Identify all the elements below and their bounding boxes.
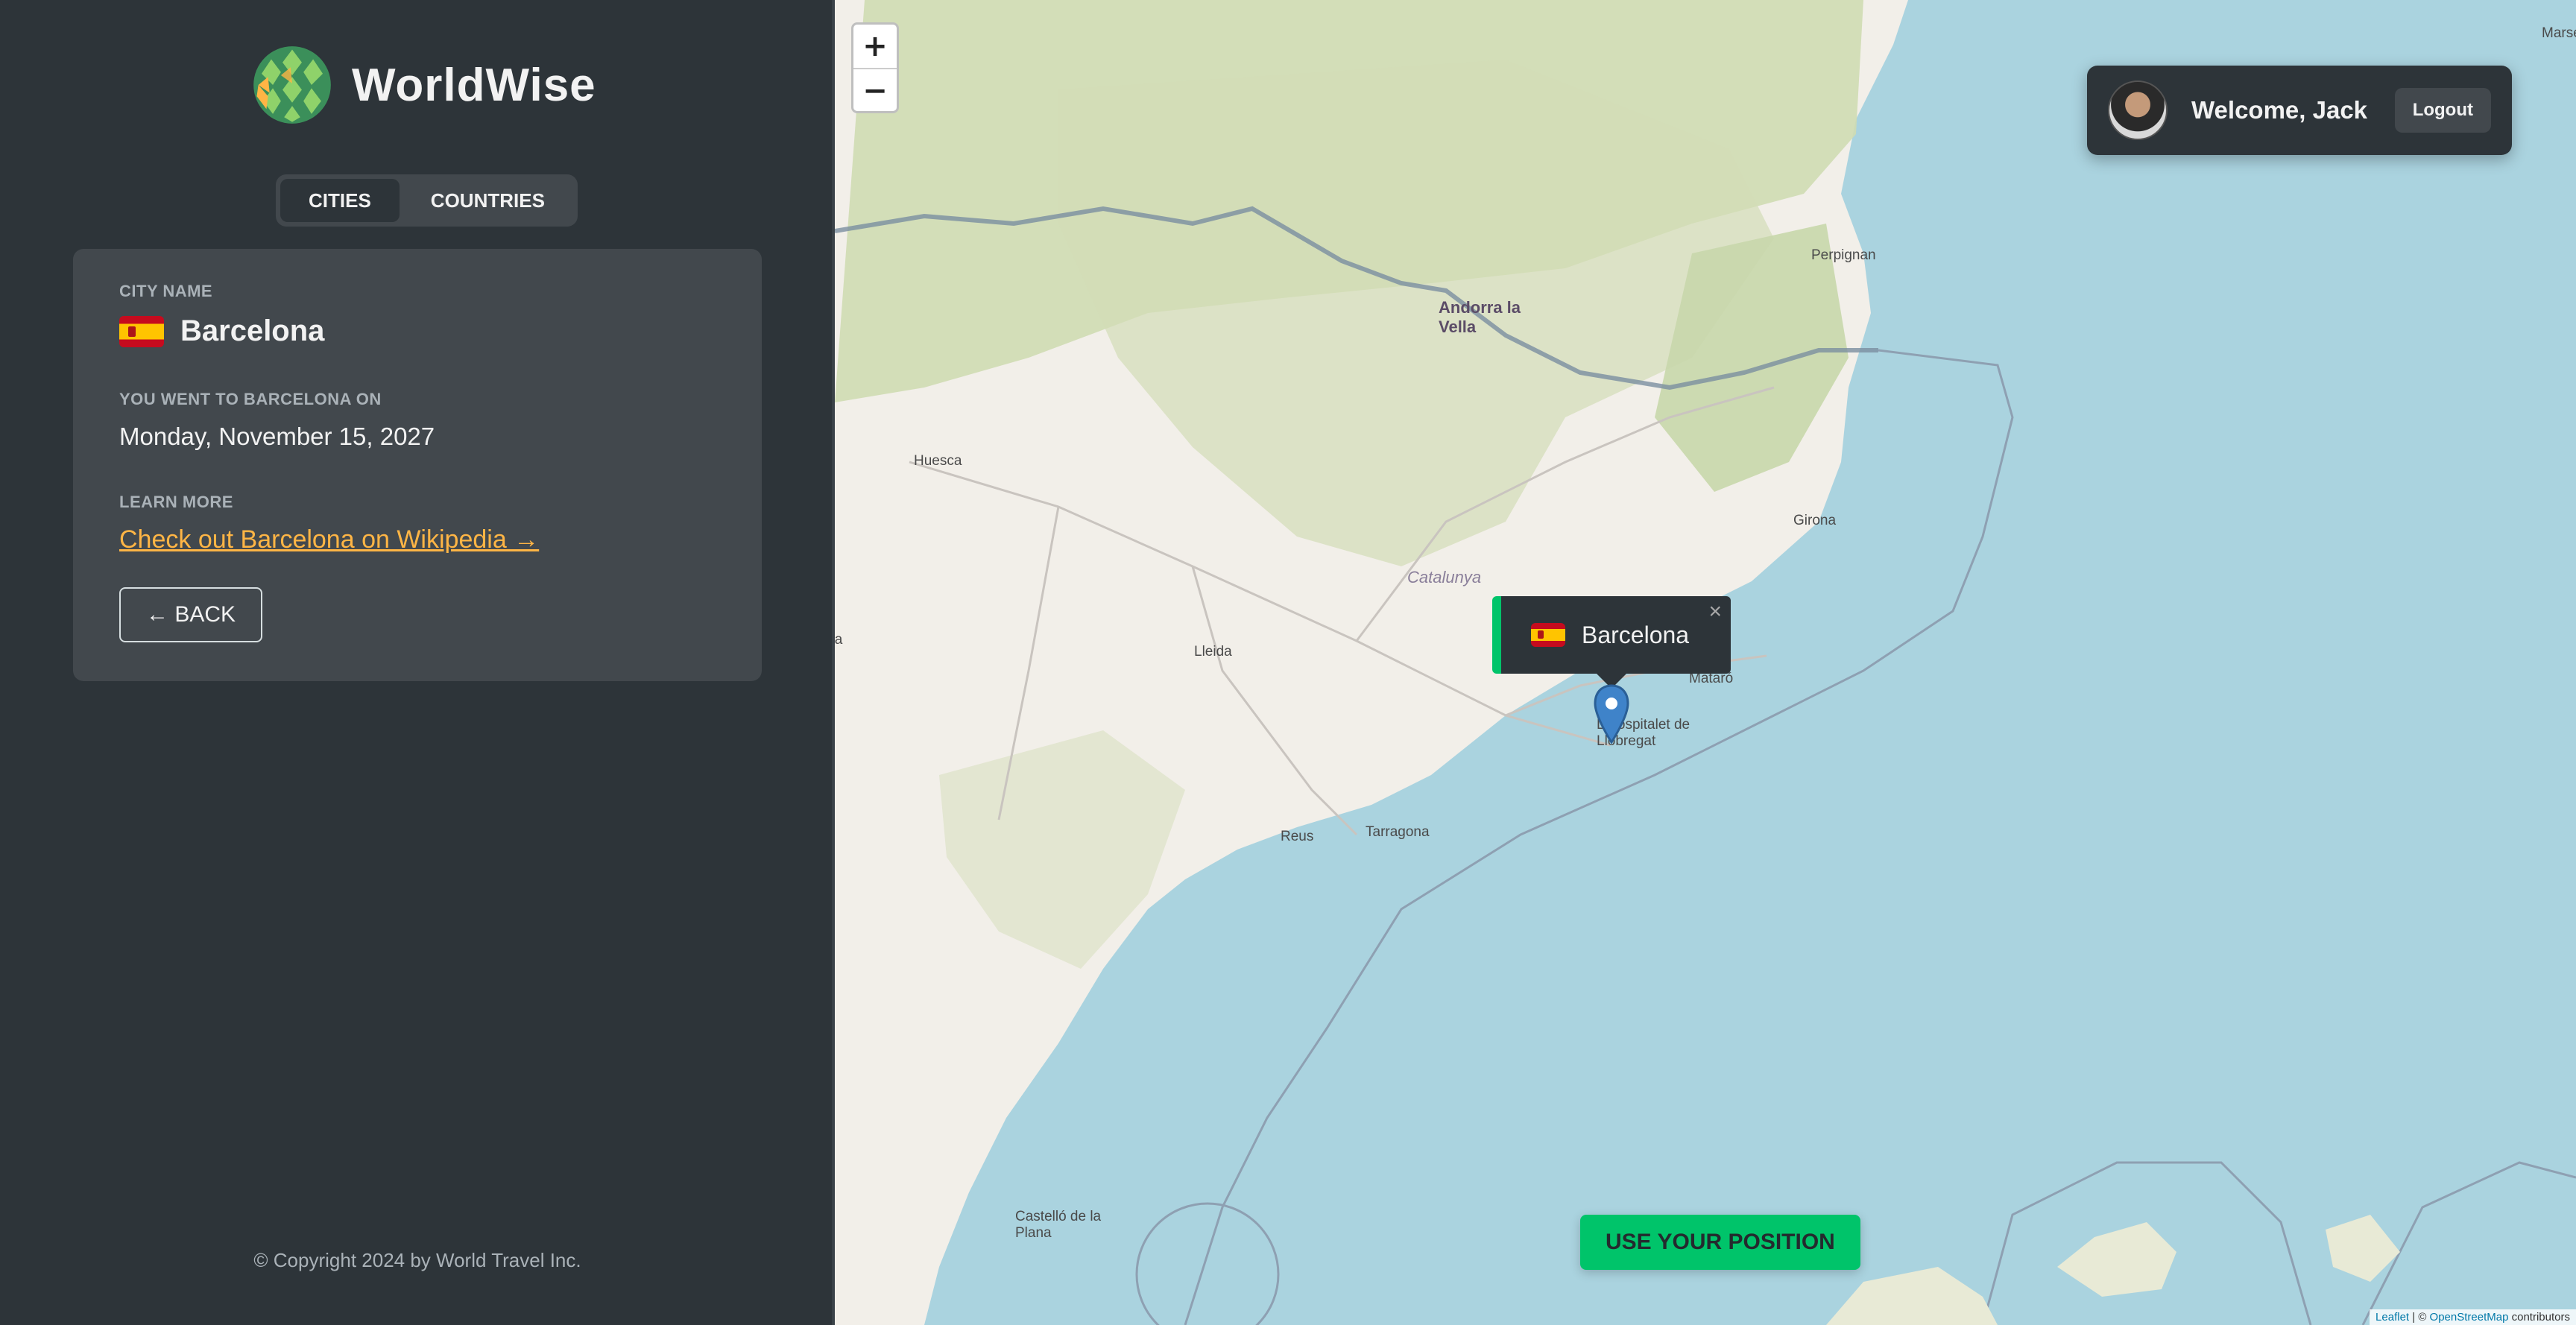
city-name-label: City name [119,282,213,300]
flag-spain-icon [1531,623,1565,647]
zoom-control: + − [851,22,899,113]
popup-city-name: Barcelona [1582,621,1690,648]
logout-button[interactable]: Logout [2394,88,2491,133]
map-marker-icon[interactable] [1594,684,1629,744]
map-label-huesca: Huesca [914,453,962,469]
use-position-button[interactable]: Use your position [1580,1215,1860,1270]
copyright: © Copyright 2024 by World Travel Inc. [253,1249,581,1271]
map-label-zaragoza: Zaragoza [835,632,843,648]
map-label-reus: Reus [1281,829,1314,844]
zoom-in-button[interactable]: + [853,25,897,68]
osm-link[interactable]: OpenStreetMap [2430,1311,2509,1324]
map-label-catalunya: Catalunya [1407,568,1482,586]
city-details-card: City name Barcelona You went to Barcelon… [73,249,762,681]
map-label-andorra: Andorra la Vella [1439,298,1521,336]
city-heading: Barcelona [119,314,716,348]
city-popup[interactable]: Barcelona × [1492,596,1731,674]
welcome-text: Welcome, Jack [2191,96,2368,124]
app: WorldWise Cities Countries City name Bar… [0,0,2576,1325]
zoom-out-button[interactable]: − [853,68,897,111]
avatar [2108,80,2168,140]
tab-countries[interactable]: Countries [402,179,573,222]
map-label-lleida: Lleida [1194,644,1232,660]
visit-date: Monday, November 15, 2027 [119,423,435,450]
logo-icon [253,46,331,124]
tab-nav: Cities Countries [276,174,578,227]
app-name: WorldWise [352,59,596,111]
close-icon[interactable]: × [1708,599,1722,624]
map-label-girona: Girona [1793,513,1837,528]
attribution-text: contributors [2508,1311,2570,1324]
back-button[interactable]: ← BACK [119,587,263,642]
wikipedia-link[interactable]: Check out Barcelona on Wikipedia → [119,525,539,554]
visit-date-label: You went to Barcelona on [119,390,382,408]
flag-spain-icon [119,315,164,347]
map-label-castello: Castelló de la Plana [1015,1209,1102,1241]
map-label-tarragona: Tarragona [1366,824,1430,840]
city-name: Barcelona [180,314,325,347]
attribution-separator: | © [2409,1311,2430,1324]
user-panel: Welcome, Jack Logout [2087,66,2512,155]
sidebar: WorldWise Cities Countries City name Bar… [0,0,835,1325]
map-label-perpignan: Perpignan [1811,247,1876,263]
map[interactable]: Marseille Perpignan Andorra la Vella Hue… [835,0,2576,1325]
leaflet-link[interactable]: Leaflet [2375,1311,2409,1324]
map-attribution: Leaflet | © OpenStreetMap contributors [2370,1309,2576,1325]
learn-more-label: Learn more [119,493,233,511]
map-label-marseille: Marseille [2542,25,2576,41]
logo[interactable]: WorldWise [252,45,596,125]
tab-cities[interactable]: Cities [280,179,400,222]
